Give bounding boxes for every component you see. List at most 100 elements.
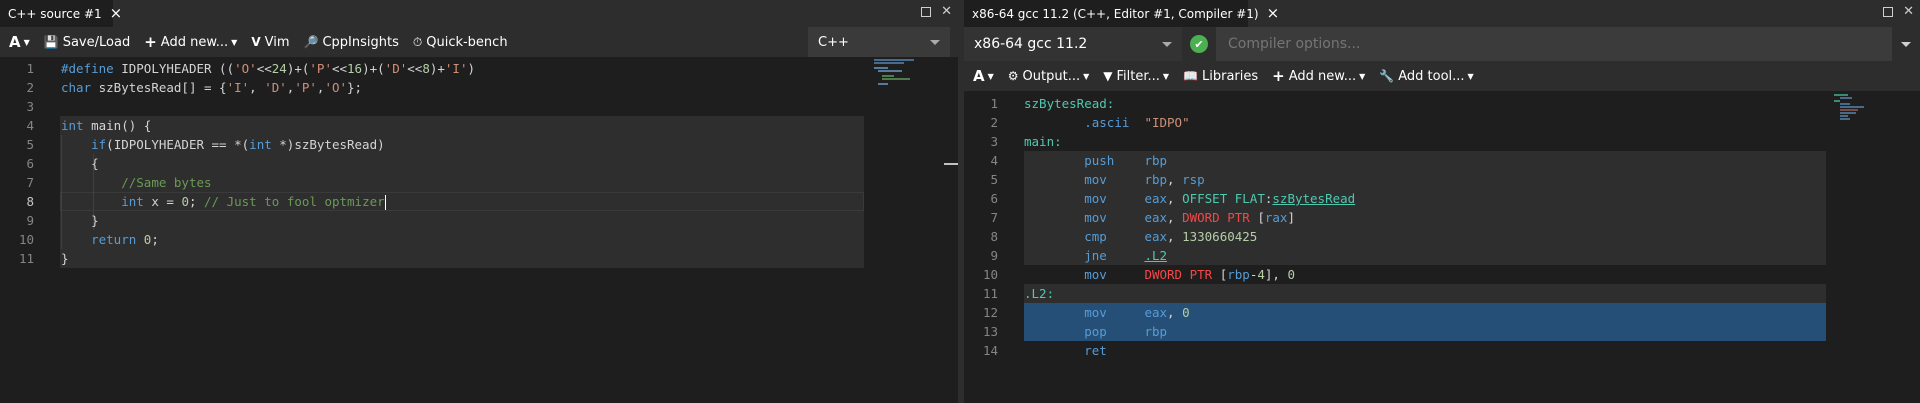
source-editor-pane: C++ source #1 × ✕ A ▼ 💾 Save/Load + Add n… bbox=[0, 0, 958, 403]
chevron-down-icon bbox=[1162, 41, 1172, 47]
asm-line: mov rbp, rsp bbox=[1084, 172, 1205, 187]
line-number: 11 bbox=[18, 251, 34, 266]
asm-line: mov DWORD PTR [rbp-4], 0 bbox=[1084, 267, 1295, 282]
asm-line: pop rbp bbox=[1084, 324, 1168, 339]
add-tool-label: Add tool... bbox=[1398, 68, 1465, 84]
compiler-pane: x86-64 gcc 11.2 (C++, Editor #1, Compile… bbox=[964, 0, 1920, 403]
code-line: if(IDPOLYHEADER == *(int *)szBytesRead) bbox=[91, 137, 385, 152]
close-icon[interactable]: × bbox=[110, 6, 123, 21]
floppy-icon: 💾 bbox=[43, 35, 59, 49]
line-number: 10 bbox=[982, 267, 998, 282]
output-button[interactable]: ⚙ Output... ▼ bbox=[1001, 61, 1096, 91]
font-size-button[interactable]: A ▼ bbox=[964, 61, 1001, 91]
scrollbar-marker bbox=[944, 163, 958, 165]
compiler-bar: x86-64 gcc 11.2 ✔ bbox=[964, 27, 1920, 61]
line-number: 5 bbox=[990, 172, 998, 187]
chevron-down-icon: ▼ bbox=[1162, 71, 1170, 81]
line-number: 7 bbox=[990, 210, 998, 225]
chevron-down-icon bbox=[930, 39, 940, 45]
compiler-window-controls: ✕ bbox=[1883, 4, 1914, 19]
line-number: 5 bbox=[26, 137, 34, 152]
language-label: C++ bbox=[818, 34, 849, 50]
maximize-icon[interactable] bbox=[1883, 7, 1894, 17]
source-window-controls: ✕ bbox=[921, 4, 952, 19]
source-toolbar: A ▼ 💾 Save/Load + Add new... ▼ V Vim 🔎 Cpp… bbox=[0, 27, 958, 57]
line-number: 9 bbox=[990, 248, 998, 263]
compiler-select[interactable]: x86-64 gcc 11.2 bbox=[964, 27, 1182, 61]
code-line: } bbox=[61, 213, 99, 228]
compiler-tab[interactable]: x86-64 gcc 11.2 (C++, Editor #1, Compile… bbox=[964, 0, 1279, 27]
line-number: 8 bbox=[990, 229, 998, 244]
magnifier-icon: 🔎 bbox=[303, 35, 319, 49]
asm-line: mov eax, OFFSET FLAT:szBytesRead bbox=[1084, 191, 1356, 206]
line-number: 4 bbox=[990, 153, 998, 168]
quick-bench-button[interactable]: ⏱ Quick-bench bbox=[406, 27, 515, 57]
asm-line: ret bbox=[1084, 343, 1107, 358]
code-line: //Same bytes bbox=[121, 175, 212, 190]
cppinsights-label: CppInsights bbox=[322, 34, 399, 50]
source-tab[interactable]: C++ source #1 × bbox=[0, 0, 122, 27]
line-number: 6 bbox=[26, 156, 34, 171]
compiler-name: x86-64 gcc 11.2 bbox=[974, 36, 1088, 52]
source-tabbar: C++ source #1 × ✕ bbox=[0, 0, 958, 27]
save-load-label: Save/Load bbox=[62, 34, 131, 50]
line-number: 9 bbox=[26, 213, 34, 228]
chevron-down-icon: ▼ bbox=[987, 71, 994, 81]
filter-label: Filter... bbox=[1116, 68, 1160, 84]
code-line: int x = 0; // Just to fool optmizer bbox=[121, 194, 386, 210]
line-number: 3 bbox=[26, 99, 34, 114]
wrench-icon: 🔧 bbox=[1379, 69, 1395, 83]
libraries-label: Libraries bbox=[1202, 68, 1259, 84]
line-number: 1 bbox=[990, 96, 998, 111]
line-number: 3 bbox=[990, 134, 998, 149]
asm-line: main: bbox=[1024, 134, 1062, 149]
quick-bench-label: Quick-bench bbox=[426, 34, 508, 50]
check-circle-icon[interactable]: ✔ bbox=[1190, 35, 1208, 53]
compiler-options-dropdown[interactable] bbox=[1892, 27, 1920, 61]
assembly-output[interactable]: 1 2 3 4 5 6 7 8 9 10 11 12 13 14 szBytes… bbox=[964, 93, 1920, 403]
close-icon[interactable]: × bbox=[1267, 6, 1280, 21]
code-line: char szBytesRead[] = {'I', 'D','P','O'}; bbox=[61, 80, 363, 95]
chevron-down-icon bbox=[1901, 41, 1911, 47]
code-line: } bbox=[61, 251, 69, 266]
add-tool-button[interactable]: 🔧 Add tool... ▼ bbox=[1372, 61, 1480, 91]
chevron-down-icon: ▼ bbox=[23, 37, 30, 47]
save-load-button[interactable]: 💾 Save/Load bbox=[37, 27, 137, 57]
font-size-label: A bbox=[973, 67, 985, 85]
compiler-options-input[interactable] bbox=[1216, 27, 1892, 61]
maximize-icon[interactable] bbox=[921, 7, 932, 17]
output-label: Output... bbox=[1022, 68, 1081, 84]
line-number: 13 bbox=[982, 324, 998, 339]
text-cursor bbox=[384, 195, 386, 210]
compiler-tab-title: x86-64 gcc 11.2 (C++, Editor #1, Compile… bbox=[972, 6, 1259, 21]
filter-button[interactable]: ▼ Filter... ▼ bbox=[1096, 61, 1176, 91]
cppinsights-button[interactable]: 🔎 CppInsights bbox=[297, 27, 406, 57]
compiler-toolbar: A ▼ ⚙ Output... ▼ ▼ Filter... ▼ 📖 Libraries… bbox=[964, 61, 1920, 91]
close-icon[interactable]: ✕ bbox=[1903, 4, 1914, 19]
add-new-button[interactable]: + Add new... ▼ bbox=[1265, 61, 1372, 91]
asm-line: jne .L2 bbox=[1084, 248, 1168, 263]
close-icon[interactable]: ✕ bbox=[941, 4, 952, 19]
line-number: 11 bbox=[982, 286, 998, 301]
assembly-minimap[interactable] bbox=[1834, 93, 1894, 121]
language-select[interactable]: C++ bbox=[808, 27, 950, 57]
vim-button[interactable]: V Vim bbox=[244, 27, 296, 57]
compiler-tabbar: x86-64 gcc 11.2 (C++, Editor #1, Compile… bbox=[964, 0, 1920, 27]
asm-line: push rbp bbox=[1084, 153, 1168, 168]
chevron-down-icon: ▼ bbox=[1083, 71, 1090, 81]
asm-line: mov eax, DWORD PTR [rax] bbox=[1084, 210, 1295, 225]
asm-line: .ascii "IDPO" bbox=[1084, 115, 1190, 130]
font-size-button[interactable]: A ▼ bbox=[0, 27, 37, 57]
line-number: 12 bbox=[982, 305, 998, 320]
line-number: 7 bbox=[26, 175, 34, 190]
source-code-editor[interactable]: 1 2 3 4 5 6 7 8 9 10 11 #define IDPOLYHE… bbox=[0, 57, 958, 403]
line-number: 6 bbox=[990, 191, 998, 206]
line-number: 14 bbox=[982, 343, 998, 358]
chevron-down-icon: ▼ bbox=[1467, 71, 1474, 81]
code-line: #define IDPOLYHEADER (('O'<<24)+('P'<<16… bbox=[61, 61, 476, 76]
line-number: 2 bbox=[26, 80, 34, 95]
asm-line: szBytesRead: bbox=[1024, 96, 1115, 111]
libraries-button[interactable]: 📖 Libraries bbox=[1176, 61, 1265, 91]
add-new-button[interactable]: + Add new... ▼ bbox=[137, 27, 244, 57]
source-minimap[interactable] bbox=[874, 57, 948, 87]
